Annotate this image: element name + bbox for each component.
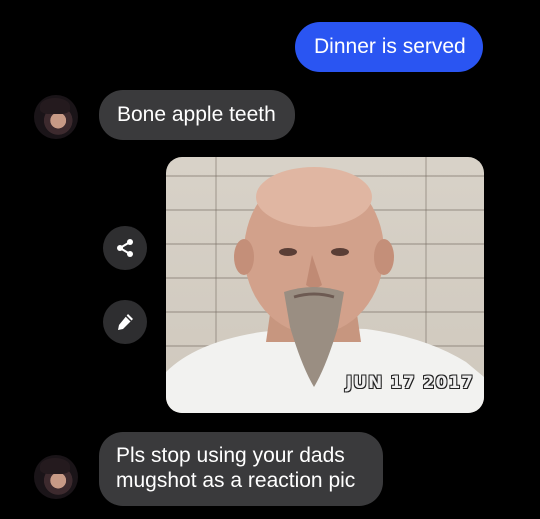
message-text: Bone apple teeth [117,103,276,126]
share-icon [117,239,133,257]
pencil-icon [118,314,133,330]
contact-avatar[interactable] [34,95,78,139]
edit-button[interactable] [103,300,147,344]
share-button[interactable] [103,226,147,270]
received-message-bubble[interactable]: Bone apple teeth [99,90,295,140]
message-photo[interactable]: JUN 17 2017 [166,157,484,413]
photo-date-stamp: JUN 17 2017 [345,373,474,393]
sent-message-bubble[interactable]: Dinner is served [295,22,483,72]
message-text: Pls stop using your dads mugshot as a re… [116,444,356,492]
received-message-bubble[interactable]: Pls stop using your dads mugshot as a re… [99,432,383,506]
contact-avatar[interactable] [34,455,78,499]
message-text: Dinner is served [314,35,466,58]
